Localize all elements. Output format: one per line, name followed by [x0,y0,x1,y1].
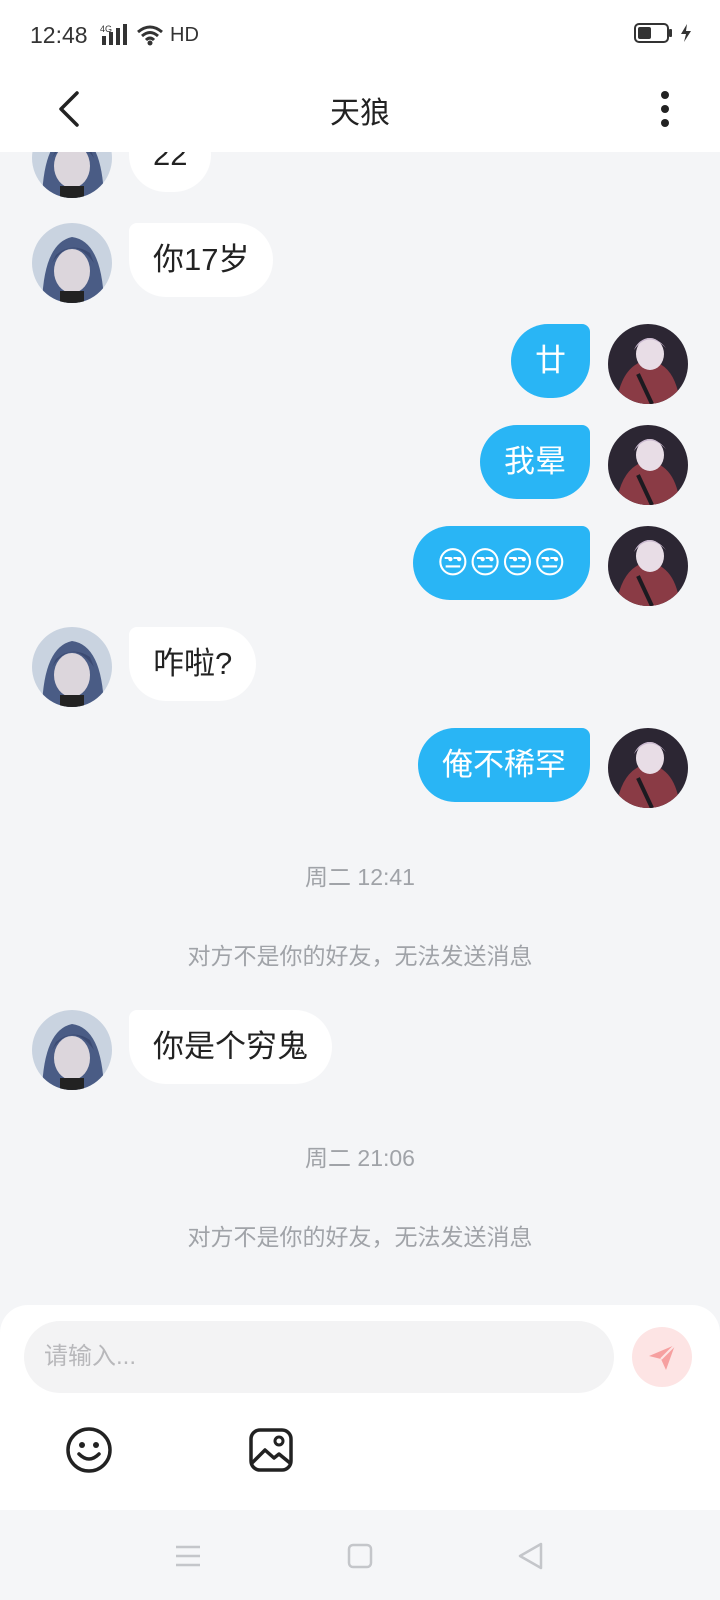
message-list[interactable]: 22 你17岁 廿 我晕 😒😒😒😒 咋啦? 俺不稀罕 周二 12:41 对方不是… [0,152,720,1307]
paper-plane-icon [649,1344,676,1370]
message-row-incoming: 你17岁 [0,223,720,303]
message-bubble[interactable]: 咋啦? [129,627,257,701]
user-avatar-image [608,728,688,808]
input-panel [0,1305,720,1510]
message-row-incoming: 22 [0,152,720,198]
cellular-signal-icon: 4G [100,24,127,45]
contact-avatar[interactable] [32,627,112,707]
user-avatar-image [608,324,688,404]
square-icon [347,1543,373,1569]
contact-avatar[interactable] [32,1010,112,1090]
contact-avatar-image [32,1010,112,1090]
image-icon [249,1428,293,1472]
more-options-button[interactable] [640,84,690,134]
battery-indicator [634,22,692,44]
status-bar: 12:48 4G HD [0,0,720,70]
message-bubble[interactable]: 你17岁 [129,223,274,297]
message-row-outgoing: 俺不稀罕 [0,728,720,808]
timestamp: 周二 21:06 [305,1145,415,1171]
emoji-button[interactable] [64,1425,114,1475]
user-avatar-image [608,526,688,606]
contact-avatar-image [32,223,112,303]
user-avatar-image [608,425,688,505]
contact-avatar[interactable] [32,223,112,303]
system-nav-bar [0,1510,720,1600]
nav-home-button[interactable] [340,1538,380,1574]
message-row-outgoing: 😒😒😒😒 [0,526,720,606]
smiley-icon [66,1427,112,1473]
status-icons: 4G HD [100,22,199,48]
user-avatar[interactable] [608,728,688,808]
message-row-incoming: 你是个穷鬼 [0,1010,720,1090]
message-bubble[interactable]: 你是个穷鬼 [129,1010,332,1084]
contact-avatar[interactable] [32,152,112,198]
triangle-back-icon [518,1542,543,1570]
user-avatar[interactable] [608,324,688,404]
message-row-outgoing: 廿 [0,324,720,404]
message-bubble[interactable]: 😒😒😒😒 [412,526,590,600]
message-bubble[interactable]: 廿 [511,324,590,398]
message-input[interactable] [24,1321,614,1393]
battery-icon [634,23,672,43]
user-avatar[interactable] [608,526,688,606]
message-bubble[interactable]: 22 [129,152,212,192]
more-vertical-icon [661,91,669,127]
send-button[interactable] [632,1327,692,1387]
chat-title: 天狼 [330,97,390,130]
message-bubble[interactable]: 俺不稀罕 [418,728,590,802]
hd-indicator: HD [170,23,199,46]
contact-avatar-image [32,627,112,707]
message-row-incoming: 咋啦? [0,627,720,707]
chat-header: 天狼 [0,70,720,152]
nav-menu-button[interactable] [168,1538,208,1574]
nav-back-button[interactable] [510,1538,550,1574]
wifi-icon [137,25,163,46]
menu-icon [176,1545,200,1567]
system-notice: 对方不是你的好友，无法发送消息 [187,1224,533,1250]
system-notice: 对方不是你的好友，无法发送消息 [187,943,533,969]
image-button[interactable] [246,1425,296,1475]
charging-bolt-icon [681,24,691,42]
message-bubble[interactable]: 我晕 [480,425,590,499]
status-time: 12:48 [30,22,88,48]
user-avatar[interactable] [608,425,688,505]
message-row-outgoing: 我晕 [0,425,720,505]
timestamp: 周二 12:41 [305,864,415,890]
contact-avatar-image [32,152,112,198]
